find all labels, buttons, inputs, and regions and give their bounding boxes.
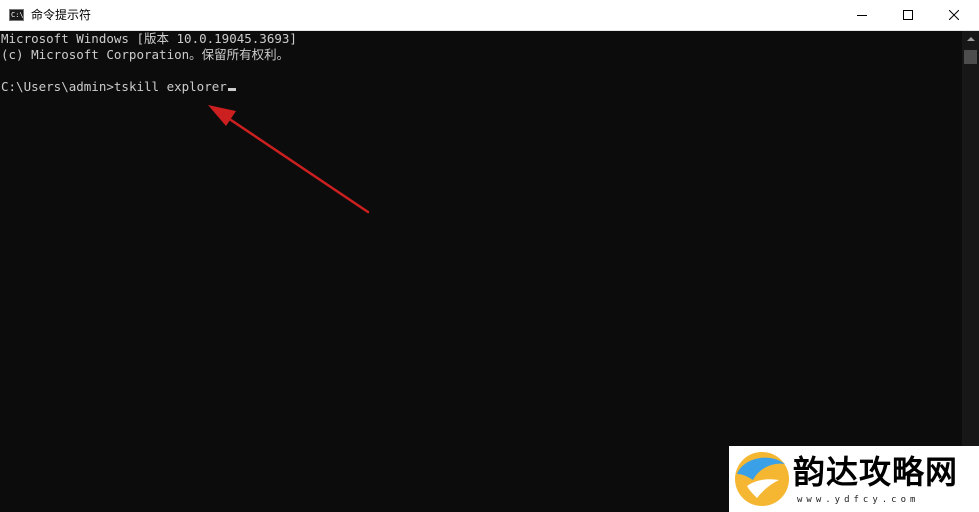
console-output[interactable]: Microsoft Windows [版本 10.0.19045.3693] (… bbox=[0, 31, 962, 512]
version-line: Microsoft Windows [版本 10.0.19045.3693] bbox=[1, 31, 297, 46]
copyright-line: (c) Microsoft Corporation。保留所有权利。 bbox=[1, 47, 290, 62]
minimize-button[interactable] bbox=[839, 0, 885, 30]
scroll-up-arrow-icon[interactable] bbox=[962, 31, 979, 48]
maximize-icon bbox=[903, 10, 913, 20]
site-logo-icon bbox=[735, 452, 789, 506]
cmd-icon[interactable]: C:\ bbox=[9, 9, 24, 21]
cmd-icon-glyph: C:\ bbox=[11, 11, 24, 19]
text-cursor bbox=[227, 88, 236, 91]
vertical-scrollbar[interactable] bbox=[962, 31, 979, 512]
prompt-text: C:\Users\admin> bbox=[1, 79, 114, 94]
watermark-url: www.ydfcy.com bbox=[797, 495, 920, 505]
close-button[interactable] bbox=[931, 0, 977, 30]
command-line[interactable]: C:\Users\admin>tskill explorer bbox=[1, 79, 236, 95]
maximize-button[interactable] bbox=[885, 0, 931, 30]
watermark-site-name: 韵达攻略网 bbox=[793, 453, 959, 491]
title-bar[interactable]: C:\ 命令提示符 bbox=[0, 0, 979, 31]
watermark: 韵达攻略网 www.ydfcy.com bbox=[729, 446, 979, 512]
command-prompt-window: C:\ 命令提示符 Microsoft Windows [版本 10.0.190… bbox=[0, 0, 979, 512]
close-icon bbox=[949, 10, 959, 20]
window-title: 命令提示符 bbox=[31, 8, 92, 22]
minimize-icon bbox=[857, 15, 867, 16]
scroll-thumb[interactable] bbox=[964, 50, 977, 64]
command-text: tskill explorer bbox=[113, 79, 227, 94]
